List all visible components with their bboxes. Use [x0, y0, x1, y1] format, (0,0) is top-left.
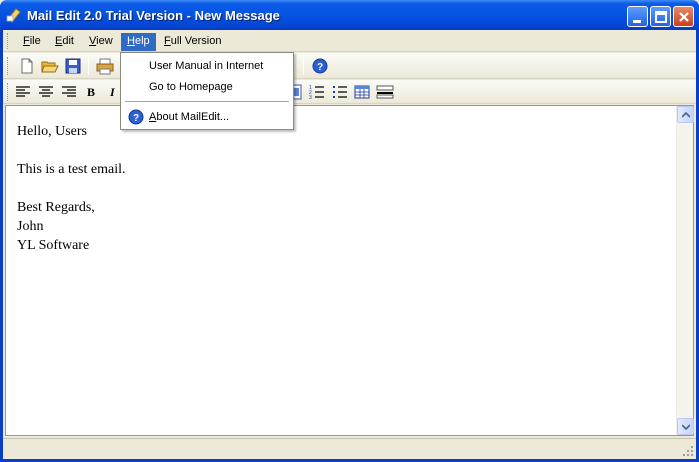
client-area: File Edit View Help Full Version ? B I 1…: [3, 30, 696, 459]
menu-help-label: elp: [134, 35, 150, 47]
help-dropdown-menu: User Manual in Internet Go to Homepage ?…: [120, 52, 294, 130]
menu-item-about[interactable]: ? About MailEdit...: [123, 107, 291, 127]
numbered-list-icon[interactable]: 1 2 3: [308, 83, 326, 101]
menu-file[interactable]: File: [17, 33, 47, 51]
menu-item-user-manual[interactable]: User Manual in Internet: [123, 56, 291, 76]
align-left-icon[interactable]: [14, 83, 32, 101]
message-line: Best Regards,: [17, 200, 95, 215]
mail-edit-app-icon[interactable]: [6, 7, 22, 23]
menu-edit-label: dit: [62, 35, 74, 47]
maximize-button[interactable]: [650, 6, 671, 27]
bullet-list-icon[interactable]: [331, 83, 349, 101]
toolbar-grip[interactable]: [7, 57, 10, 75]
menu-edit[interactable]: Edit: [49, 33, 80, 51]
align-right-icon[interactable]: [60, 83, 78, 101]
menu-item-user-manual-label: User Manual in Internet: [149, 60, 264, 72]
svg-text:?: ?: [317, 62, 323, 73]
close-button[interactable]: [673, 6, 694, 27]
minimize-icon: [633, 20, 641, 23]
menu-item-go-to-homepage[interactable]: Go to Homepage: [123, 77, 291, 97]
title-bar[interactable]: Mail Edit 2.0 Trial Version - New Messag…: [0, 0, 699, 30]
open-folder-icon[interactable]: [41, 57, 59, 75]
menu-full-version-mnemonic: F: [164, 35, 171, 47]
menu-item-about-label: bout MailEdit...: [156, 111, 230, 123]
menu-view[interactable]: View: [83, 33, 119, 51]
insert-table-icon[interactable]: [353, 83, 371, 101]
app-window: Mail Edit 2.0 Trial Version - New Messag…: [0, 0, 699, 462]
resize-grip-icon[interactable]: [682, 445, 694, 457]
menu-file-label: ile: [29, 35, 41, 47]
menubar-grip[interactable]: [7, 33, 10, 49]
message-line: [17, 179, 125, 198]
maximize-icon: [655, 11, 667, 23]
bold-button[interactable]: B: [87, 85, 95, 100]
print-icon[interactable]: [96, 57, 114, 75]
status-bar: [3, 438, 696, 459]
help-icon: ?: [128, 109, 144, 125]
window-title: Mail Edit 2.0 Trial Version - New Messag…: [27, 8, 280, 23]
arrow-up-icon: [682, 112, 690, 118]
menu-item-go-to-homepage-label: Go to Homepage: [149, 81, 233, 93]
message-body[interactable]: Hello, Users This is a test email. Best …: [17, 122, 125, 255]
svg-text:3: 3: [309, 95, 312, 101]
message-line: John: [17, 219, 44, 234]
scroll-down-button[interactable]: [677, 418, 694, 435]
toolbar-separator: [88, 57, 89, 75]
italic-button[interactable]: I: [110, 85, 115, 100]
menu-bar: File Edit View Help Full Version: [3, 30, 696, 52]
toolbar-grip[interactable]: [7, 83, 10, 101]
message-line: YL Software: [17, 238, 90, 253]
help-icon[interactable]: ?: [311, 57, 329, 75]
menu-separator: [125, 101, 289, 102]
align-center-icon[interactable]: [37, 83, 55, 101]
menu-file-mnemonic: F: [23, 35, 30, 47]
minimize-button[interactable]: [627, 6, 648, 27]
message-line: [17, 141, 125, 160]
formatting-toolbar: B I 1 2 3: [3, 80, 696, 104]
new-document-icon[interactable]: [18, 57, 36, 75]
vertical-scrollbar[interactable]: [676, 106, 694, 435]
svg-text:?: ?: [133, 113, 139, 124]
message-line: This is a test email.: [17, 162, 126, 177]
scroll-up-button[interactable]: [677, 106, 694, 123]
horizontal-rule-icon[interactable]: [376, 83, 394, 101]
close-icon: [679, 12, 689, 22]
standard-toolbar: ?: [3, 53, 696, 79]
menu-help-mnemonic: H: [127, 35, 135, 47]
message-line: Hello, Users: [17, 124, 87, 139]
menu-full-version[interactable]: Full Version: [158, 33, 228, 51]
save-disk-icon[interactable]: [64, 57, 82, 75]
menu-full-version-label: ull Version: [170, 35, 222, 47]
menu-view-label: iew: [96, 35, 113, 47]
toolbar-separator: [303, 57, 304, 75]
arrow-down-icon: [682, 424, 690, 430]
message-editor[interactable]: Hello, Users This is a test email. Best …: [5, 105, 694, 436]
menu-help[interactable]: Help: [121, 33, 156, 51]
